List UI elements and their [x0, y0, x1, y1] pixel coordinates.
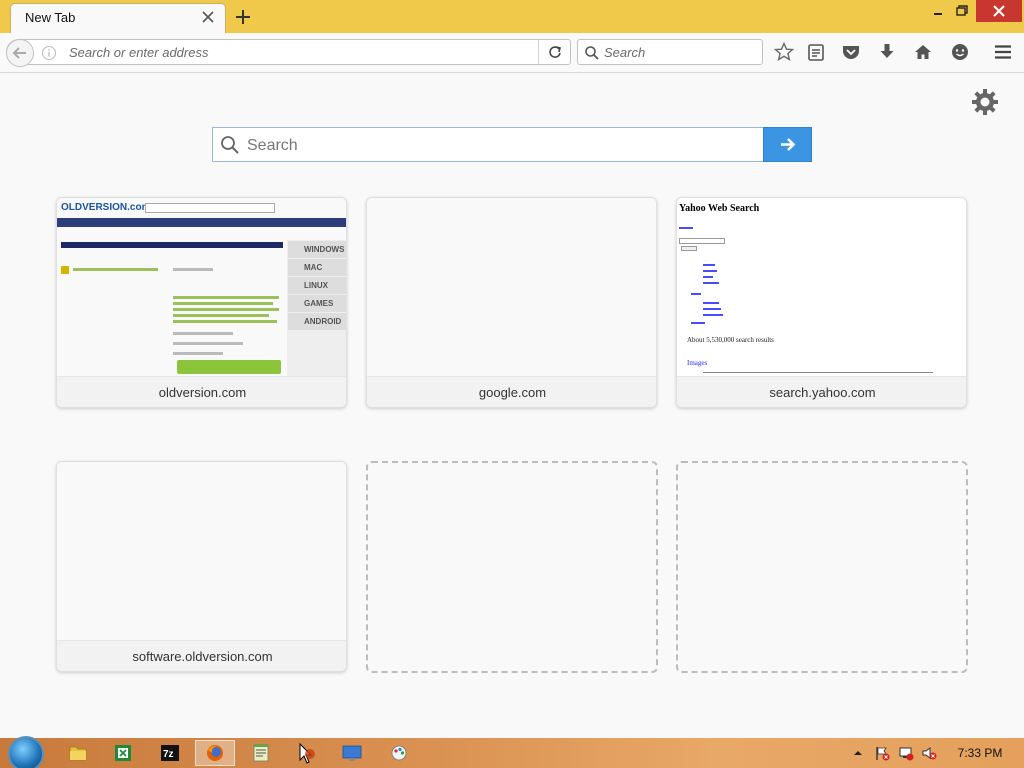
tile-label: oldversion.com: [57, 376, 346, 407]
tile-label: google.com: [367, 376, 656, 407]
mouse-cursor-icon: [299, 742, 315, 764]
thumb-platform-mac: MAC: [288, 259, 346, 276]
tray-flag-icon[interactable]: [874, 745, 890, 761]
yahoo-thumb-title: Yahoo Web Search: [679, 203, 760, 214]
newtab-search-box[interactable]: [212, 127, 763, 162]
reload-icon: [549, 46, 561, 58]
new-tab-plus-icon[interactable]: [232, 6, 254, 28]
thumb-nav-strip: [57, 218, 346, 227]
search-icon: [585, 46, 599, 60]
thumb-platform-android: ANDROID: [288, 313, 346, 330]
thumb-platform-list: WINDOWS MAC LINUX GAMES ANDROID: [287, 240, 346, 376]
tab-new-tab[interactable]: New Tab: [10, 3, 226, 33]
yahoo-thumb-images: Images: [687, 359, 708, 367]
oldversion-logo-text: OLDVERSION.com: [61, 202, 151, 213]
hamburger-menu-icon[interactable]: [992, 41, 1014, 63]
yahoo-thumb-results: About 5,530,000 search results: [687, 336, 774, 344]
firefox-taskbar-button[interactable]: [195, 740, 235, 766]
minimize-icon[interactable]: [926, 0, 950, 22]
tile-thumbnail: Yahoo Web Search About 5,530,000 search …: [677, 198, 966, 376]
thumb-breadcrumb-bar: [61, 242, 283, 248]
reload-button[interactable]: [538, 40, 570, 64]
tile-yahoo[interactable]: Yahoo Web Search About 5,530,000 search …: [676, 197, 967, 408]
7zip-icon[interactable]: 7z: [150, 740, 190, 766]
tab-title: New Tab: [25, 10, 76, 25]
back-arrow-icon: [12, 47, 26, 59]
svg-text:7z: 7z: [163, 749, 174, 760]
search-icon: [221, 136, 239, 154]
file-explorer-icon[interactable]: [58, 740, 98, 766]
back-button[interactable]: [6, 39, 34, 67]
tile-thumbnail: [367, 198, 656, 376]
hello-chat-icon[interactable]: [949, 41, 971, 63]
thumb-platform-windows: WINDOWS: [288, 241, 346, 258]
tile-software-oldversion[interactable]: software.oldversion.com: [56, 461, 347, 672]
tray-expand-chevron-icon[interactable]: [850, 745, 866, 761]
search-bar[interactable]: [577, 39, 763, 65]
pocket-icon[interactable]: [840, 41, 862, 63]
spreadsheet-app-icon[interactable]: [103, 740, 143, 766]
tray-network-icon[interactable]: [898, 745, 914, 761]
paint-app-icon[interactable]: [379, 740, 419, 766]
close-window-button[interactable]: [976, 0, 1022, 22]
tile-thumbnail: OLDVERSION.com WINDOWS MAC LINUX GAMES A…: [57, 198, 346, 376]
searchbar-input[interactable]: [604, 43, 754, 61]
remote-desktop-icon[interactable]: [332, 740, 372, 766]
taskbar-clock[interactable]: 7:33 PM: [944, 746, 1016, 760]
bookmark-star-icon[interactable]: [773, 41, 795, 63]
windows-taskbar: 7z 7:33 PM: [0, 736, 1024, 768]
thumb-app-icon: [61, 266, 69, 274]
empty-tile-slot: [366, 461, 658, 673]
bookmarks-menu-icon[interactable]: [805, 41, 827, 63]
title-bar: New Tab: [0, 0, 1024, 33]
tile-google[interactable]: google.com: [366, 197, 657, 408]
notepad-icon[interactable]: [241, 740, 281, 766]
customize-gear-icon[interactable]: [970, 87, 1000, 117]
tray-volume-muted-icon[interactable]: [921, 745, 937, 761]
site-info-icon[interactable]: [41, 45, 57, 61]
downloads-icon[interactable]: [876, 41, 898, 63]
start-button[interactable]: [8, 736, 44, 768]
tile-thumbnail: [57, 462, 346, 640]
thumb-platform-linux: LINUX: [288, 277, 346, 294]
newtab-search-go-button[interactable]: [763, 127, 812, 162]
arrow-right-icon: [781, 138, 796, 151]
close-tab-icon[interactable]: [199, 8, 217, 26]
thumb-platform-games: GAMES: [288, 295, 346, 312]
navigation-toolbar: [0, 33, 1024, 73]
tile-label: software.oldversion.com: [57, 640, 346, 671]
home-icon[interactable]: [912, 41, 934, 63]
tile-oldversion[interactable]: OLDVERSION.com WINDOWS MAC LINUX GAMES A…: [56, 197, 347, 408]
url-input[interactable]: [69, 43, 537, 61]
url-bar[interactable]: [6, 39, 571, 67]
tile-label: search.yahoo.com: [677, 376, 966, 407]
thumb-download-button: [177, 360, 281, 374]
thumb-search-field: [145, 203, 275, 213]
empty-tile-slot: [676, 461, 968, 673]
restore-icon[interactable]: [950, 0, 974, 22]
firefox-icon: [207, 745, 223, 761]
newtab-search-input[interactable]: [247, 136, 747, 156]
close-window-icon: [993, 5, 1005, 17]
